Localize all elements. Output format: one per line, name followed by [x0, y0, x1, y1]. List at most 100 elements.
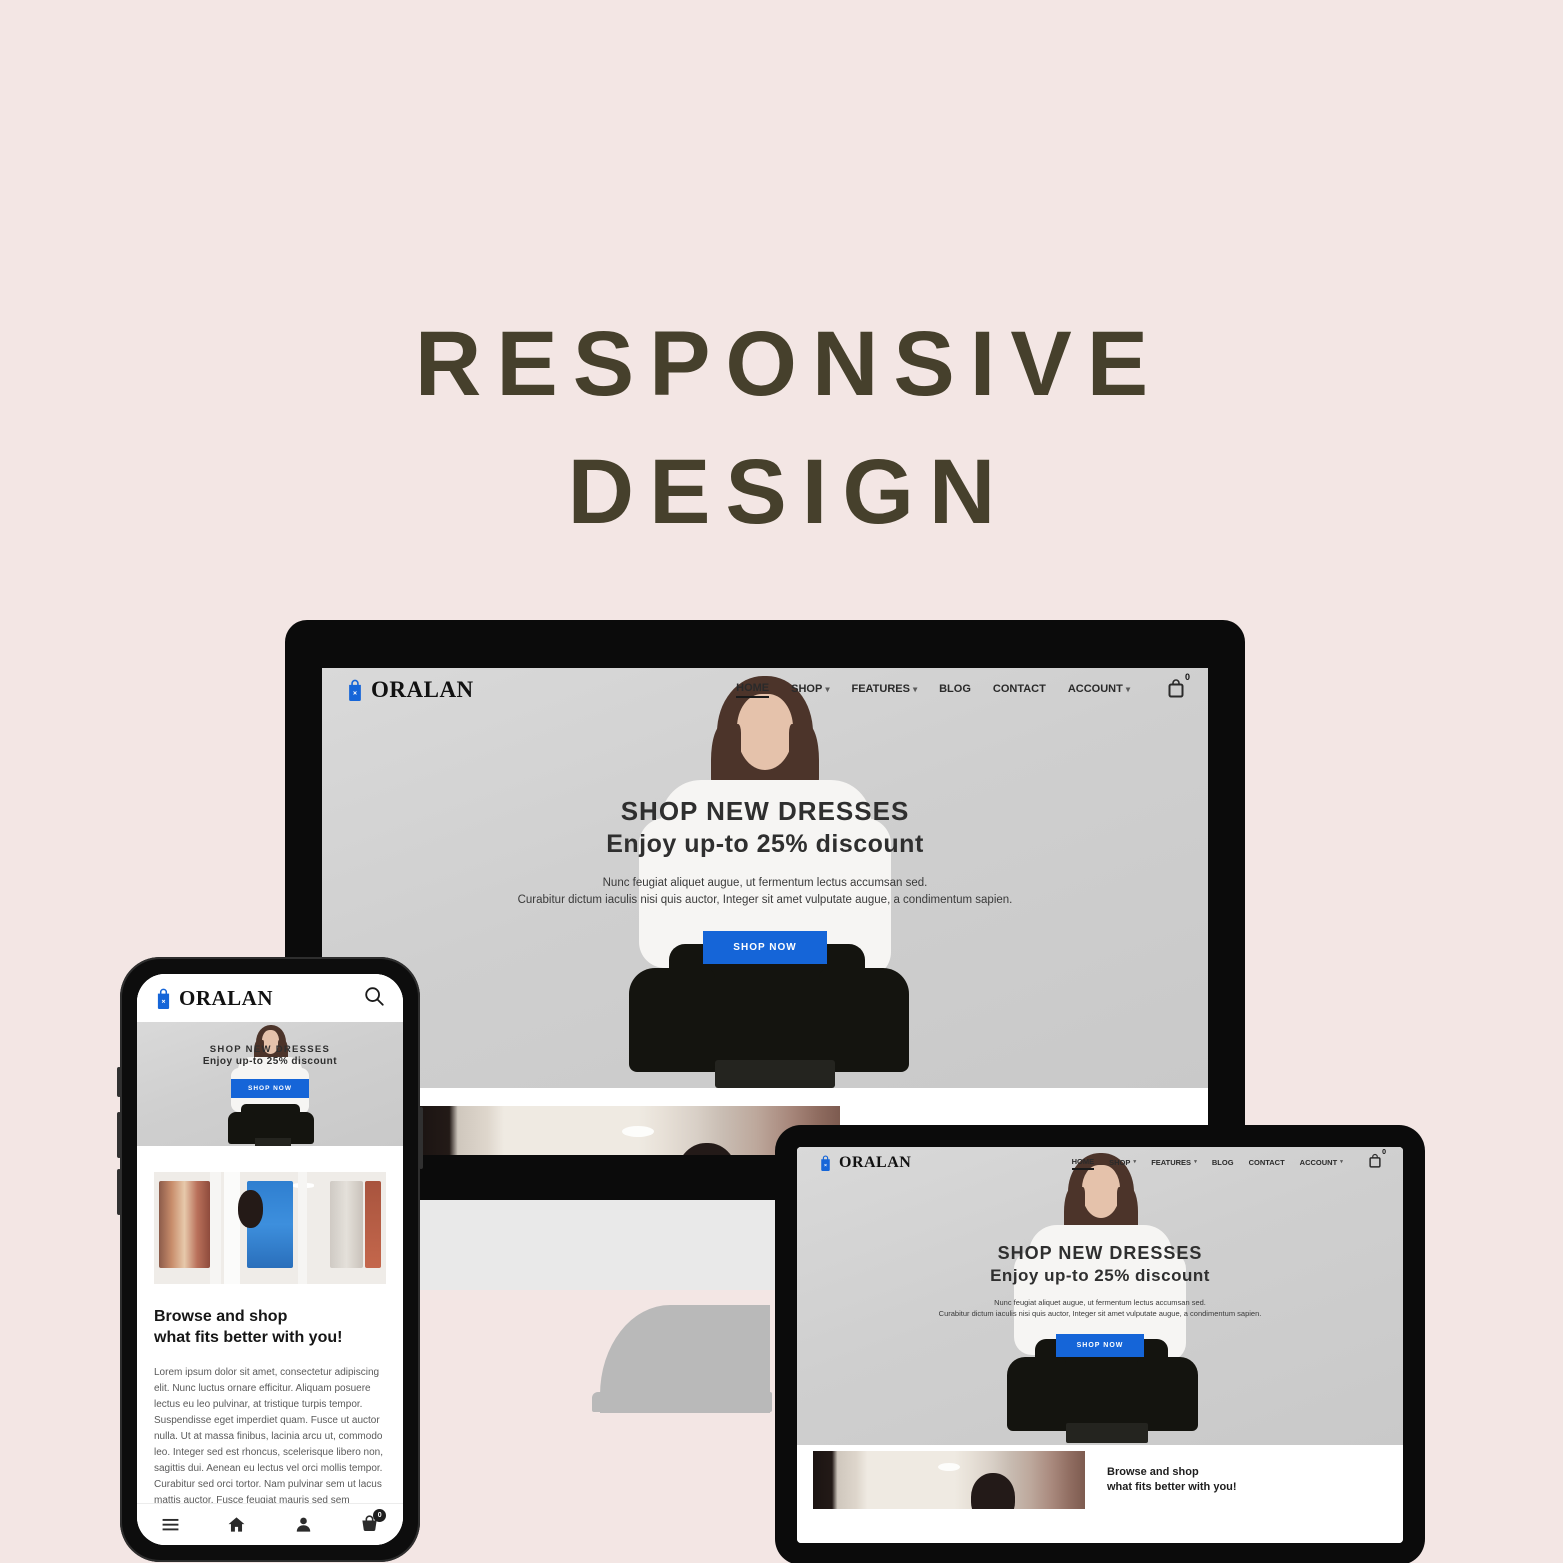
cart-count-badge: 0: [1184, 671, 1190, 682]
laptop-mockup: ORALAN HOME SHOP ▾ FEATURES ▾ BLOG CONTACT…: [285, 620, 1245, 1200]
cart-icon: [1168, 678, 1184, 697]
hero-section: SHOP NEW DRESSES Enjoy up-to 25% discoun…: [137, 1022, 403, 1146]
site-root-laptop: ORALAN HOME SHOP ▾ FEATURES ▾ BLOG CONTACT…: [322, 668, 1208, 1155]
phone-mockup: ORALAN SHOP NEW DRESSES Enjoy up-to 25% …: [117, 957, 423, 1562]
cart-count-badge: 0: [1382, 1149, 1386, 1156]
hero-paragraph-line-2: Curabitur dictum iaculis nisi quis aucto…: [517, 894, 1013, 906]
browse-heading-line-2: what fits better with you!: [154, 1329, 343, 1346]
hero-paragraph-line-1: Nunc feugiat aliquet augue, ut fermentum…: [994, 1298, 1206, 1307]
hero-subtitle: Enjoy up-to 25% discount: [990, 1266, 1210, 1285]
browse-heading-line-1: Browse and shop: [1107, 1466, 1199, 1478]
nav-item-blog[interactable]: BLOG: [939, 683, 971, 697]
nav-item-home[interactable]: HOME: [736, 682, 770, 698]
poster-canvas: RESPONSIVE DESIGN ORALAN HOME SHOP ▾ FEA…: [0, 0, 1563, 1563]
tab-account[interactable]: [294, 1515, 313, 1534]
chevron-down-icon: ▾: [1340, 1159, 1343, 1165]
browse-heading-line-2: what fits better with you!: [1107, 1481, 1237, 1493]
brand-logo[interactable]: ORALAN: [819, 1154, 911, 1172]
menu-icon: [162, 1518, 179, 1531]
shop-now-button[interactable]: SHOP NOW: [1055, 1334, 1145, 1357]
cart-button[interactable]: 0: [1168, 672, 1190, 703]
nav-item-features[interactable]: FEATURES ▾: [1151, 1158, 1197, 1169]
nav-links: HOME SHOP ▾ FEATURES ▾ BLOG CONTACT ACCOUN…: [736, 682, 1130, 698]
shopping-bag-icon: [346, 679, 364, 701]
tab-menu[interactable]: [161, 1515, 180, 1534]
hero-paragraph: Nunc feugiat aliquet augue, ut fermentum…: [322, 875, 1208, 909]
laptop-stand-foot: [592, 1392, 772, 1412]
site-root-phone: ORALAN SHOP NEW DRESSES Enjoy up-to 25% …: [137, 974, 403, 1545]
home-icon: [228, 1517, 245, 1532]
shop-now-button[interactable]: SHOP NOW: [703, 931, 827, 964]
nav-item-blog[interactable]: BLOG: [1212, 1158, 1234, 1169]
brand-name: ORALAN: [839, 1154, 912, 1171]
chevron-down-icon: ▾: [1194, 1159, 1197, 1165]
tablet-screen: ORALAN HOME SHOP ▾ FEATURES ▾ BLOG CONTACT…: [797, 1147, 1403, 1543]
browse-body-text: Lorem ipsum dolor sit amet, consectetur …: [154, 1367, 384, 1506]
cart-icon: [1369, 1153, 1381, 1168]
phone-volume-up-button[interactable]: [117, 1112, 121, 1158]
site-navbar: ORALAN HOME SHOP ▾ FEATURES ▾ BLOG CONTACT…: [322, 668, 1208, 712]
shopping-bag-icon: [155, 988, 172, 1009]
hero-subtitle: Enjoy up-to 25% discount: [606, 830, 924, 858]
nav-item-contact[interactable]: CONTACT: [1249, 1158, 1285, 1169]
cart-button[interactable]: 0: [1369, 1149, 1386, 1173]
browse-section: Browse and shop what fits better with yo…: [137, 1284, 403, 1509]
user-icon: [296, 1517, 310, 1532]
hero-subtitle: Enjoy up-to 25% discount: [202, 1056, 338, 1067]
site-navbar: ORALAN HOME SHOP ▾ FEATURES ▾ BLOG CONTACT…: [797, 1147, 1403, 1179]
title-line-2: DESIGN: [567, 441, 1011, 543]
tablet-mockup: ORALAN HOME SHOP ▾ FEATURES ▾ BLOG CONTACT…: [775, 1125, 1425, 1563]
chevron-down-icon: ▾: [825, 685, 830, 694]
nav-item-contact[interactable]: CONTACT: [993, 683, 1046, 697]
nav-item-shop[interactable]: SHOP ▾: [1109, 1158, 1136, 1169]
chevron-down-icon: ▾: [1133, 1159, 1137, 1165]
hero-copy: SHOP NEW DRESSES Enjoy up-to 25% discoun…: [137, 1022, 403, 1098]
nav-icons: 0: [1369, 1149, 1386, 1173]
hero-paragraph-line-2: Curabitur dictum iaculis nisi quis aucto…: [938, 1309, 1262, 1318]
nav-item-home[interactable]: HOME: [1071, 1157, 1095, 1170]
nav-links: HOME SHOP ▾ FEATURES ▾ BLOG CONTACT ACCOUN…: [1071, 1157, 1343, 1170]
chevron-down-icon: ▾: [912, 685, 918, 694]
tab-home[interactable]: [227, 1515, 246, 1534]
store-rack-photo: [154, 1172, 386, 1284]
site-root-tablet: ORALAN HOME SHOP ▾ FEATURES ▾ BLOG CONTACT…: [797, 1147, 1403, 1543]
hero-title: SHOP NEW DRESSES: [620, 796, 910, 826]
browse-heading: Browse and shop what fits better with yo…: [1107, 1465, 1403, 1495]
browse-section: Browse and shop what fits better with yo…: [797, 1445, 1403, 1511]
brand-logo[interactable]: ORALAN: [155, 986, 273, 1011]
hero-section: ORALAN HOME SHOP ▾ FEATURES ▾ BLOG CONTACT…: [322, 668, 1208, 1088]
brand-name: ORALAN: [179, 985, 274, 1010]
shop-now-button[interactable]: SHOP NOW: [231, 1079, 309, 1098]
nav-item-account[interactable]: ACCOUNT ▾: [1068, 683, 1130, 697]
browse-copy: Browse and shop what fits better with yo…: [1085, 1451, 1403, 1511]
phone-screen: ORALAN SHOP NEW DRESSES Enjoy up-to 25% …: [137, 974, 403, 1545]
hero-title: SHOP NEW DRESSES: [997, 1243, 1203, 1263]
cart-count-badge: 0: [373, 1509, 387, 1522]
browse-heading: Browse and shop what fits better with yo…: [154, 1306, 386, 1348]
page-title: RESPONSIVE DESIGN: [0, 300, 1563, 556]
store-photo: [813, 1451, 1085, 1509]
search-icon: [365, 986, 384, 1006]
nav-item-features[interactable]: FEATURES ▾: [851, 683, 917, 697]
nav-item-shop[interactable]: SHOP ▾: [791, 683, 829, 697]
brand-logo[interactable]: ORALAN: [346, 677, 474, 703]
nav-item-account[interactable]: ACCOUNT ▾: [1300, 1158, 1343, 1169]
hero-copy: SHOP NEW DRESSES Enjoy up-to 25% discoun…: [322, 712, 1208, 964]
tab-cart[interactable]: 0: [360, 1509, 387, 1534]
brand-name: ORALAN: [371, 677, 474, 702]
phone-volume-down-button[interactable]: [117, 1169, 121, 1215]
shopping-bag-icon: [819, 1155, 832, 1171]
hero-paragraph-line-1: Nunc feugiat aliquet augue, ut fermentum…: [602, 877, 928, 889]
nav-icons: 0: [1168, 672, 1190, 703]
hero-copy: SHOP NEW DRESSES Enjoy up-to 25% discoun…: [797, 1179, 1403, 1357]
search-button[interactable]: [363, 985, 385, 1012]
phone-power-button[interactable]: [419, 1107, 423, 1169]
hero-paragraph: Nunc feugiat aliquet augue, ut fermentum…: [797, 1297, 1403, 1319]
phone-mute-switch[interactable]: [117, 1067, 121, 1097]
title-line-1: RESPONSIVE: [414, 313, 1164, 415]
hero-title: SHOP NEW DRESSES: [209, 1044, 331, 1055]
mobile-navbar: ORALAN: [137, 974, 403, 1022]
hero-section: ORALAN HOME SHOP ▾ FEATURES ▾ BLOG CONTACT…: [797, 1147, 1403, 1445]
browse-heading-line-1: Browse and shop: [154, 1308, 288, 1325]
mobile-tabbar: 0: [137, 1503, 403, 1545]
